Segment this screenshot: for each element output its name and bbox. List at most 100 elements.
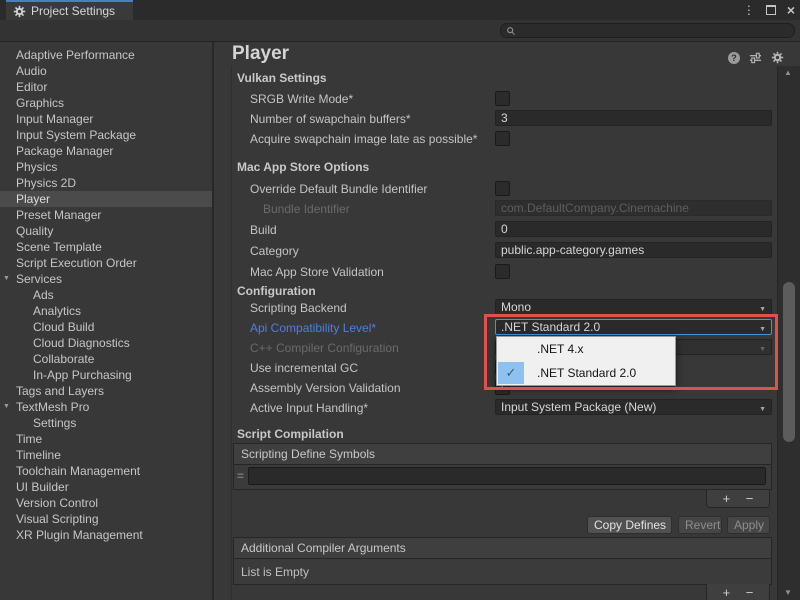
project-settings-window: Project Settings ⋮ × Adaptive Performanc… <box>0 0 800 600</box>
setting-label-active-input-handling: Active Input Handling* <box>250 401 368 415</box>
window-maximize-icon[interactable] <box>766 5 776 15</box>
sidebar-item-physics-2d[interactable]: Physics 2D <box>0 175 212 191</box>
add-button[interactable]: + <box>723 585 731 600</box>
dropdown-value: Mono <box>501 300 531 314</box>
checkbox-acquire-swapchain-image-late-as-possible[interactable] <box>495 131 510 146</box>
field-number-of-swapchain-buffers[interactable]: 3 <box>495 110 772 126</box>
field-build[interactable]: 0 <box>495 221 772 237</box>
sidebar-item-cloud-diagnostics[interactable]: Cloud Diagnostics <box>0 335 212 351</box>
gear-icon[interactable] <box>771 51 784 64</box>
player-settings-panel: Player ? Vulkan Sett <box>214 42 800 600</box>
drag-handle-icon[interactable]: = <box>237 469 244 483</box>
sidebar-item-label: TextMesh Pro <box>16 400 89 414</box>
sidebar-item-scene-template[interactable]: Scene Template <box>0 239 212 255</box>
dropdown-api-compatibility-level[interactable]: .NET Standard 2.0▼ <box>495 319 772 335</box>
copy-defines-button[interactable]: Copy Defines <box>587 516 672 534</box>
sidebar-item-quality[interactable]: Quality <box>0 223 212 239</box>
toolbar <box>0 20 800 42</box>
setting-label-override-default-bundle-identifier: Override Default Bundle Identifier <box>250 182 427 196</box>
section-header-mac-app-store-options: Mac App Store Options <box>237 160 369 174</box>
dropdown-active-input-handling[interactable]: Input System Package (New)▼ <box>495 399 772 415</box>
sidebar-item-label: Script Execution Order <box>16 256 137 270</box>
sidebar-item-label: Collaborate <box>33 352 94 366</box>
sidebar-item-label: Version Control <box>16 496 98 510</box>
sidebar-item-settings[interactable]: Settings <box>0 415 212 431</box>
section-header-script-compilation: Script Compilation <box>237 427 344 441</box>
setting-label-build: Build <box>250 223 277 237</box>
sidebar-item-label: Audio <box>16 64 47 78</box>
window-menu-icon[interactable]: ⋮ <box>743 0 755 20</box>
sidebar-item-label: Ads <box>33 288 54 302</box>
sidebar-item-timeline[interactable]: Timeline <box>0 447 212 463</box>
page-title: Player <box>232 43 289 65</box>
checkmark-icon: ✓ <box>498 362 524 384</box>
remove-button[interactable]: − <box>746 491 754 507</box>
sidebar-item-time[interactable]: Time <box>0 431 212 447</box>
define-symbol-input[interactable] <box>248 467 766 485</box>
popup-option-label: .NET 4.x <box>537 342 583 356</box>
checkbox-override-default-bundle-identifier[interactable] <box>495 181 510 196</box>
sidebar-item-tags-and-layers[interactable]: Tags and Layers <box>0 383 212 399</box>
sidebar-item-input-manager[interactable]: Input Manager <box>0 111 212 127</box>
revert-button[interactable]: Revert <box>678 516 722 534</box>
remove-button[interactable]: − <box>746 585 754 600</box>
setting-label-api-compatibility-level: Api Compatibility Level* <box>250 321 376 335</box>
sidebar-item-label: Time <box>16 432 42 446</box>
tab-project-settings[interactable]: Project Settings <box>6 0 133 20</box>
chevron-down-icon: ▼ <box>759 403 766 417</box>
sidebar-item-label: Physics 2D <box>16 176 76 190</box>
sidebar-item-visual-scripting[interactable]: Visual Scripting <box>0 511 212 527</box>
sidebar-item-xr-plugin-management[interactable]: XR Plugin Management <box>0 527 212 543</box>
sidebar-item-analytics[interactable]: Analytics <box>0 303 212 319</box>
sidebar-item-label: Timeline <box>16 448 61 462</box>
expander-triangle-icon[interactable]: ▼ <box>3 271 10 287</box>
window-close-icon[interactable]: × <box>787 1 795 19</box>
sidebar-item-preset-manager[interactable]: Preset Manager <box>0 207 212 223</box>
add-button[interactable]: + <box>723 491 731 507</box>
sidebar-item-script-execution-order[interactable]: Script Execution Order <box>0 255 212 271</box>
scrollbar-thumb[interactable] <box>783 282 795 442</box>
sidebar-item-services[interactable]: ▼Services <box>0 271 212 287</box>
setting-label-scripting-backend: Scripting Backend <box>250 301 347 315</box>
sidebar-item-physics[interactable]: Physics <box>0 159 212 175</box>
sidebar-item-audio[interactable]: Audio <box>0 63 212 79</box>
sidebar-item-package-manager[interactable]: Package Manager <box>0 143 212 159</box>
setting-label-srgb-write-mode: SRGB Write Mode* <box>250 92 353 106</box>
checkbox-srgb-write-mode[interactable] <box>495 91 510 106</box>
sidebar-item-adaptive-performance[interactable]: Adaptive Performance <box>0 47 212 63</box>
scroll-down-icon[interactable]: ▼ <box>784 588 792 597</box>
popup-option-net-standard-2-0[interactable]: ✓ .NET Standard 2.0 <box>497 361 675 385</box>
preset-sliders-icon[interactable] <box>749 52 762 64</box>
sidebar-item-label: Visual Scripting <box>16 512 99 526</box>
help-icon[interactable]: ? <box>728 52 740 64</box>
search-input[interactable] <box>500 23 795 38</box>
field-bundle-identifier[interactable]: com.DefaultCompany.Cinemachine <box>495 200 772 216</box>
sidebar-item-label: Adaptive Performance <box>16 48 135 62</box>
sidebar-item-graphics[interactable]: Graphics <box>0 95 212 111</box>
popup-option-net-4-x[interactable]: .NET 4.x <box>497 337 675 361</box>
setting-label-category: Category <box>250 244 299 258</box>
sidebar-item-label: Cloud Diagnostics <box>33 336 130 350</box>
checkbox-mac-app-store-validation[interactable] <box>495 264 510 279</box>
sidebar-item-version-control[interactable]: Version Control <box>0 495 212 511</box>
sidebar-item-in-app-purchasing[interactable]: In-App Purchasing <box>0 367 212 383</box>
list-empty-label: List is Empty <box>234 559 771 579</box>
popup-option-label: .NET Standard 2.0 <box>537 366 636 380</box>
sidebar-item-textmesh-pro[interactable]: ▼ TextMesh Pro <box>0 399 212 415</box>
apply-button[interactable]: Apply <box>727 516 770 534</box>
dropdown-scripting-backend[interactable]: Mono▼ <box>495 299 772 315</box>
sidebar-item-label: Quality <box>16 224 53 238</box>
sidebar-item-collaborate[interactable]: Collaborate <box>0 351 212 367</box>
additional-compiler-arguments-box: Additional Compiler Arguments List is Em… <box>233 537 772 585</box>
sidebar-item-ui-builder[interactable]: UI Builder <box>0 479 212 495</box>
field-category[interactable]: public.app-category.games <box>495 242 772 258</box>
sidebar-item-toolchain-management[interactable]: Toolchain Management <box>0 463 212 479</box>
sidebar-item-ads[interactable]: Ads <box>0 287 212 303</box>
sidebar-item-cloud-build[interactable]: Cloud Build <box>0 319 212 335</box>
sidebar-item-player[interactable]: Player <box>0 191 212 207</box>
setting-label-use-incremental-gc: Use incremental GC <box>250 361 358 375</box>
sidebar-item-editor[interactable]: Editor <box>0 79 212 95</box>
scroll-up-icon[interactable]: ▲ <box>784 68 792 77</box>
expander-triangle-icon[interactable]: ▼ <box>3 399 10 415</box>
sidebar-item-input-system-package[interactable]: Input System Package <box>0 127 212 143</box>
